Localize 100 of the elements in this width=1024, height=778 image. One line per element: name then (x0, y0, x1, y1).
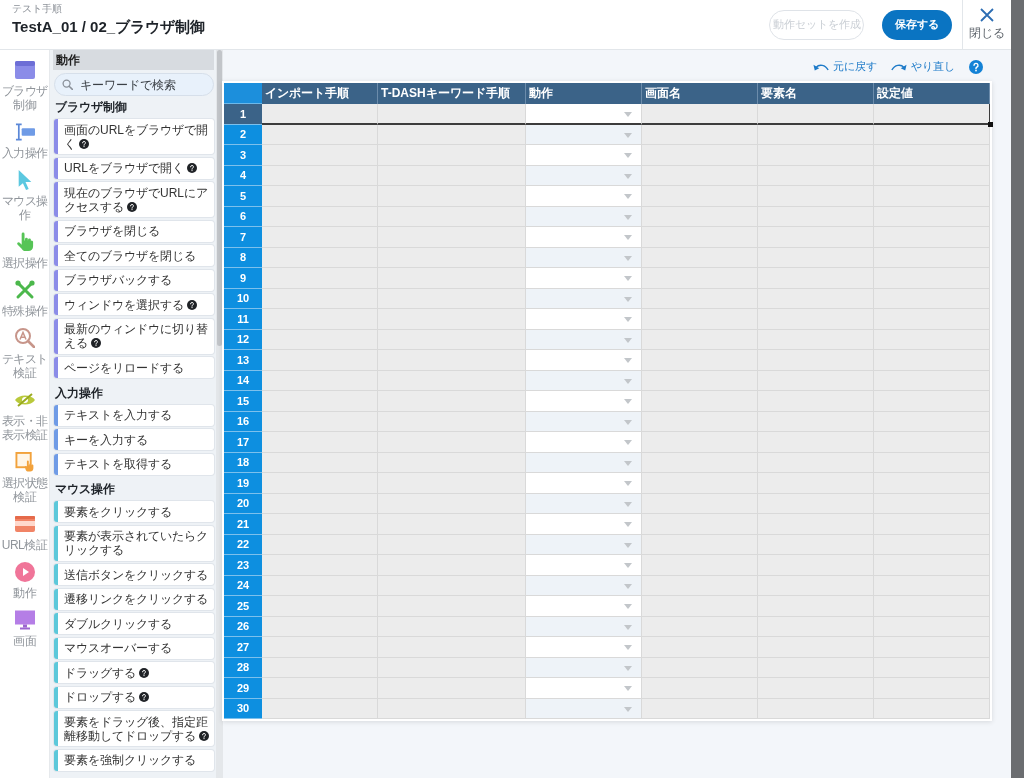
row-number[interactable]: 7 (224, 227, 262, 248)
category-nav-item[interactable]: URL検証 (0, 508, 49, 556)
action-item[interactable]: 画面のURLをブラウザで開く (54, 119, 214, 154)
scrollbar-thumb[interactable] (217, 50, 222, 346)
caret-icon (624, 583, 632, 589)
row-number[interactable]: 6 (224, 206, 262, 227)
panel-title: 動作 (53, 50, 214, 70)
row-number[interactable]: 17 (224, 432, 262, 453)
row-number[interactable]: 10 (224, 288, 262, 309)
caret-icon (624, 686, 632, 691)
caret-icon (624, 419, 632, 425)
category-nav-item[interactable]: 入力操作 (0, 116, 49, 164)
row-number[interactable]: 19 (224, 473, 262, 494)
caret-icon (624, 645, 632, 650)
help-icon[interactable] (187, 299, 197, 310)
category-nav-item[interactable]: マウス操作 (0, 164, 49, 226)
square-cursor-icon (14, 452, 35, 472)
row-number[interactable]: 11 (224, 309, 262, 330)
row-number[interactable]: 8 (224, 247, 262, 268)
row-number[interactable]: 26 (224, 616, 262, 637)
row-number[interactable]: 16 (224, 411, 262, 432)
row-number[interactable]: 20 (224, 493, 262, 514)
category-nav-item[interactable]: テキスト検証 (0, 322, 49, 384)
action-item[interactable]: ドロップする (54, 686, 214, 708)
action-item[interactable]: 最新のウィンドウに切り替える (54, 318, 214, 354)
help-icon[interactable] (139, 667, 149, 678)
action-item[interactable]: 要素をクリックする (54, 501, 214, 522)
row-number[interactable]: 2 (224, 124, 262, 145)
row-number[interactable]: 13 (224, 350, 262, 371)
action-item[interactable]: 現在のブラウザでURLにアクセスする (54, 182, 214, 217)
corner-cell[interactable] (224, 83, 262, 104)
action-item[interactable]: 要素をドラッグ後、指定距離移動してドロップする (54, 711, 214, 746)
category-nav-item[interactable]: 動作 (0, 556, 49, 604)
help-icon[interactable] (187, 163, 197, 173)
action-item[interactable]: マウスオーバーする (54, 637, 214, 659)
action-item[interactable]: ページをリロードする (54, 357, 214, 378)
magnifier-icon (14, 328, 35, 348)
row-number[interactable]: 28 (224, 657, 262, 678)
caret-icon (624, 522, 632, 527)
save-button[interactable]: 保存する (882, 9, 952, 40)
action-item[interactable]: ブラウザを閉じる (54, 220, 214, 242)
action-item[interactable]: テキストを入力する (54, 404, 214, 426)
help-icon[interactable] (127, 201, 137, 212)
action-select[interactable] (526, 124, 642, 145)
help-icon[interactable] (139, 692, 149, 702)
section-heading: マウス操作 (54, 481, 116, 498)
row-number[interactable]: 1 (224, 104, 262, 125)
monitor-icon (14, 610, 35, 630)
row-number[interactable]: 25 (224, 596, 262, 617)
help-icon[interactable] (199, 730, 209, 741)
row-number[interactable]: 9 (224, 268, 262, 289)
category-nav-item[interactable]: 表示・非表示検証 (0, 384, 49, 446)
help-icon[interactable] (79, 138, 89, 149)
row-number[interactable]: 3 (224, 145, 262, 166)
row-number[interactable]: 5 (224, 186, 262, 207)
action-item[interactable]: ウィンドウを選択する (54, 294, 214, 315)
action-item[interactable]: キーを入力する (54, 429, 214, 450)
category-nav-item[interactable]: 特殊操作 (0, 274, 49, 322)
row-number[interactable]: 4 (224, 165, 262, 186)
caret-icon (624, 296, 632, 302)
row-number[interactable]: 27 (224, 637, 262, 658)
action-item[interactable]: 遷移リンクをクリックする (54, 588, 214, 610)
action-item[interactable]: 全てのブラウザを閉じる (54, 245, 214, 266)
section-heading: 入力操作 (54, 384, 104, 402)
action-item[interactable]: 要素が表示されていたらクリックする (54, 525, 214, 561)
row-number[interactable]: 24 (224, 575, 262, 596)
row-number[interactable]: 18 (224, 452, 262, 473)
undo-button[interactable]: 元に戻す (813, 59, 877, 74)
column-header: 設定値 (874, 83, 990, 104)
category-nav-item[interactable]: 画面 (0, 604, 49, 652)
action-item[interactable]: 送信ボタンをクリックする (54, 564, 214, 585)
row-number[interactable]: 14 (224, 370, 262, 391)
fill-handle[interactable] (988, 121, 993, 127)
category-nav-item[interactable]: 選択状態検証 (0, 446, 49, 508)
row-number[interactable]: 30 (224, 698, 262, 719)
action-item[interactable]: 要素を強制クリックする (54, 749, 214, 771)
action-item[interactable]: URLをブラウザで開く (54, 157, 214, 179)
row-number[interactable]: 12 (224, 329, 262, 350)
breadcrumb: テスト手順 (12, 3, 63, 15)
action-item[interactable]: ブラウザバックする (54, 269, 214, 291)
category-nav-item[interactable]: ブラウザ制御 (0, 54, 49, 116)
caret-icon (624, 481, 632, 486)
category-nav-item[interactable]: 選択操作 (0, 226, 49, 274)
action-item[interactable]: ダブルクリックする (54, 613, 214, 634)
play-icon (14, 562, 35, 582)
browser-window-icon (14, 60, 35, 80)
row-number[interactable]: 22 (224, 534, 262, 555)
action-item[interactable]: テキストを取得する (54, 453, 214, 475)
row-number[interactable]: 21 (224, 514, 262, 535)
row-number[interactable]: 29 (224, 678, 262, 699)
row-number[interactable]: 23 (224, 555, 262, 576)
column-header: 画面名 (642, 83, 758, 104)
redo-button[interactable]: やり直し (891, 59, 955, 74)
search-field[interactable]: キーワードで検索 (54, 73, 214, 96)
caret-icon (624, 173, 632, 179)
row-number[interactable]: 15 (224, 391, 262, 412)
help-icon[interactable] (91, 338, 101, 348)
action-select[interactable] (526, 104, 642, 125)
caret-icon (624, 194, 632, 199)
action-item[interactable]: ドラッグする (54, 662, 214, 683)
